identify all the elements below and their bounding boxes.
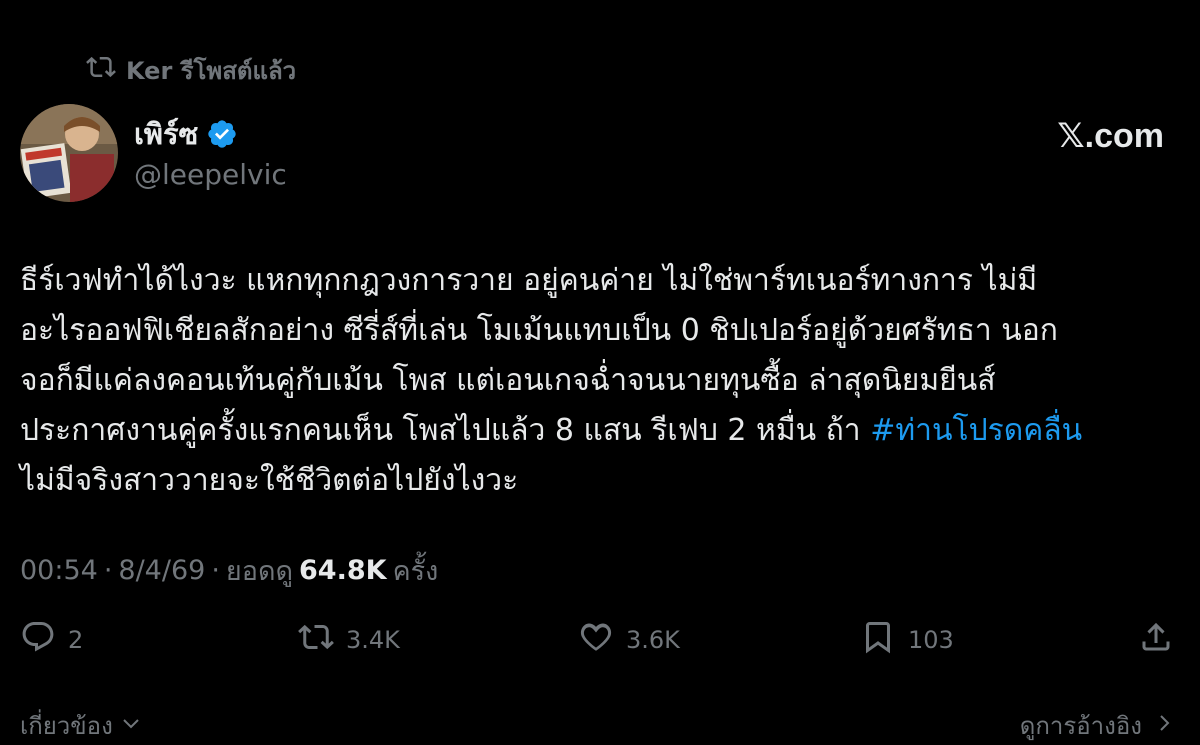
- author-block: เพิร์ซ @leepelvic: [134, 112, 287, 191]
- tweet-line: ธีร์เวฟทำได้ไงวะ แหกทุกกฎวงการวาย อยู่คน…: [20, 263, 1038, 298]
- tweet-line-text: ประกาศงานคู่ครั้งแรกคนเห็น โพสไปแล้ว 8 แ…: [20, 413, 871, 448]
- separator: ·: [211, 554, 220, 586]
- reply-button[interactable]: 2: [20, 612, 83, 668]
- tweet-date[interactable]: 8/4/69: [118, 555, 205, 586]
- repost-button[interactable]: 3.4K: [298, 612, 400, 668]
- share-icon: [1138, 619, 1174, 661]
- bookmark-button[interactable]: 103: [860, 612, 954, 668]
- avatar[interactable]: [20, 104, 118, 202]
- tweet-line: ไม่มีจริงสาววายจะใช้ชีวิตต่อไปยังไงวะ: [20, 463, 519, 498]
- like-button[interactable]: 3.6K: [578, 612, 680, 668]
- views-suffix: ครั้ง: [392, 555, 439, 587]
- tweet-text: ธีร์เวฟทำได้ไงวะ แหกทุกกฎวงการวาย อยู่คน…: [20, 256, 1185, 506]
- separator: ·: [103, 554, 113, 586]
- bookmark-count: 103: [908, 626, 954, 654]
- views-label: ยอดดู: [225, 555, 294, 587]
- repost-indicator[interactable]: Ker รีโพสต์แล้ว: [86, 52, 296, 88]
- share-button[interactable]: [1138, 612, 1174, 668]
- chevron-down-icon: [119, 711, 143, 741]
- tweet-line: อะไรออฟฟิเชียลสักอย่าง ซีรี่ส์ที่เล่น โม…: [20, 313, 1058, 348]
- repost-label: Ker รีโพสต์แล้ว: [126, 56, 297, 85]
- footer-bar: เกี่ยวข้อง ดูการอ้างอิง: [0, 704, 1200, 744]
- author-handle[interactable]: @leepelvic: [134, 158, 287, 191]
- heart-icon: [578, 619, 614, 661]
- views-count: 64.8K: [299, 554, 387, 586]
- repost-icon: [298, 619, 334, 661]
- tweet-line: จอก็มีแค่ลงคอนเท้นคู่กับเม้น โพส แต่เอนเ…: [20, 363, 996, 398]
- related-label: เกี่ยวข้อง: [20, 712, 113, 740]
- view-quotes-label: ดูการอ้างอิง: [1019, 712, 1142, 740]
- reply-count: 2: [68, 626, 84, 654]
- tweet-time[interactable]: 00:54: [20, 555, 98, 586]
- tweet-meta: 00:54 · 8/4/69 · ยอดดู 64.8K ครั้ง: [20, 548, 438, 592]
- like-count: 3.6K: [626, 626, 680, 654]
- view-quotes-button[interactable]: ดูการอ้างอิง: [1020, 706, 1176, 745]
- action-bar: 2 3.4K 3.6K 103: [0, 612, 1200, 668]
- tweet-line: ประกาศงานคู่ครั้งแรกคนเห็น โพสไปแล้ว 8 แ…: [20, 406, 1185, 456]
- related-button[interactable]: เกี่ยวข้อง: [20, 706, 143, 745]
- author-display-name[interactable]: เพิร์ซ: [134, 111, 198, 157]
- hashtag-link[interactable]: #ท่านโปรดคลื่น: [870, 413, 1082, 448]
- repost-count: 3.4K: [346, 626, 400, 654]
- repost-icon: [86, 52, 116, 88]
- site-watermark: 𝕏.com: [1057, 117, 1164, 155]
- reply-icon: [20, 619, 56, 661]
- verified-badge-icon: [206, 118, 238, 150]
- chevron-right-icon: [1152, 711, 1176, 741]
- bookmark-icon: [860, 619, 896, 661]
